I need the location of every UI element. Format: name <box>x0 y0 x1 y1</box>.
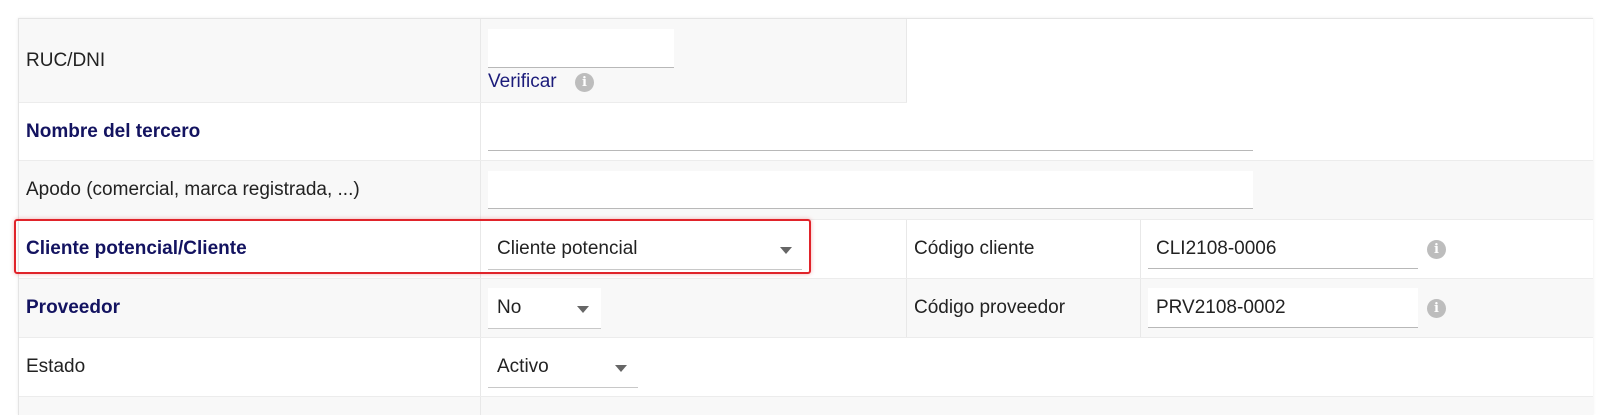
third-party-form: RUC/DNI Verificar i Nombre del tercero A… <box>18 18 1593 415</box>
nombre-input[interactable] <box>488 113 1253 151</box>
proveedor-select-value: No <box>497 297 522 318</box>
codigo-cliente-input[interactable] <box>1148 229 1418 269</box>
row-apodo: Apodo (comercial, marca registrada, ...) <box>19 161 1593 220</box>
cliente-label: Cliente potencial/Cliente <box>26 238 247 259</box>
row-proveedor: Proveedor No Código proveedor i <box>19 279 1593 338</box>
nombre-label: Nombre del tercero <box>26 121 201 142</box>
codigo-cliente-label: Código cliente <box>914 238 1035 259</box>
row-estado: Estado Activo <box>19 338 1593 397</box>
chevron-down-icon <box>615 365 627 372</box>
cliente-select-value: Cliente potencial <box>497 238 638 259</box>
cliente-select[interactable]: Cliente potencial <box>488 229 802 270</box>
info-icon[interactable]: i <box>1427 240 1446 259</box>
codigo-proveedor-input[interactable] <box>1148 288 1418 328</box>
proveedor-label: Proveedor <box>26 297 120 318</box>
apodo-input[interactable] <box>488 171 1253 209</box>
chevron-down-icon <box>577 306 589 313</box>
estado-select[interactable]: Activo <box>488 347 638 388</box>
ruc-input[interactable] <box>488 29 674 68</box>
codigo-proveedor-label: Código proveedor <box>914 297 1066 318</box>
row-nombre: Nombre del tercero <box>19 103 1593 161</box>
ruc-label: RUC/DNI <box>26 50 106 71</box>
row-partial <box>19 397 1593 415</box>
row-ruc: RUC/DNI Verificar i <box>19 19 1593 103</box>
estado-label: Estado <box>26 356 86 377</box>
verify-link[interactable]: Verificar <box>488 71 557 93</box>
estado-select-value: Activo <box>497 356 549 377</box>
info-icon[interactable]: i <box>575 73 594 92</box>
row-cliente: Cliente potencial/Cliente Cliente potenc… <box>19 220 1593 279</box>
proveedor-select[interactable]: No <box>488 288 601 329</box>
chevron-down-icon <box>780 247 792 254</box>
info-icon[interactable]: i <box>1427 299 1446 318</box>
apodo-label: Apodo (comercial, marca registrada, ...) <box>26 179 360 200</box>
